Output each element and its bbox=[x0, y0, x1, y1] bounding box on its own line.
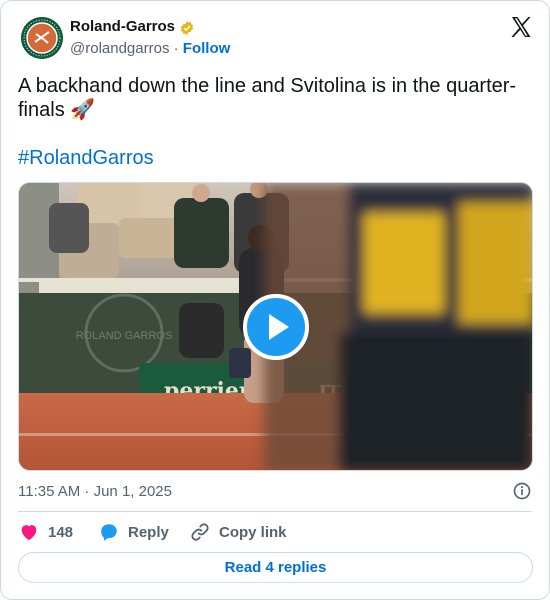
tweet-text: A backhand down the line and Svitolina i… bbox=[18, 75, 517, 121]
court-logo-text: ROLAND GARROS bbox=[76, 330, 173, 342]
reply-label: Reply bbox=[128, 523, 169, 541]
avatar[interactable] bbox=[21, 17, 63, 59]
x-logo-icon[interactable] bbox=[509, 15, 533, 39]
hashtag-link[interactable]: #RolandGarros bbox=[18, 147, 154, 170]
account-name[interactable]: Roland-Garros bbox=[70, 18, 175, 35]
separator: · bbox=[173, 40, 179, 57]
tweet-timestamp[interactable]: 11:35 AM · Jun 1, 2025 bbox=[18, 483, 172, 500]
read-replies-button[interactable]: Read 4 replies bbox=[18, 552, 533, 583]
copy-link-button[interactable]: Copy link bbox=[189, 521, 287, 543]
heart-icon bbox=[21, 525, 37, 541]
like-button[interactable]: 148 bbox=[18, 521, 73, 543]
tweet-embed-card: Roland-Garros @rolandgarros · Follow A b… bbox=[0, 0, 550, 600]
play-icon bbox=[269, 314, 289, 340]
play-button[interactable] bbox=[243, 294, 309, 360]
roland-garros-logo-icon bbox=[21, 17, 63, 59]
account-handle[interactable]: @rolandgarros bbox=[70, 40, 169, 57]
link-icon bbox=[191, 523, 209, 541]
like-count: 148 bbox=[48, 523, 74, 541]
handle-row: @rolandgarros · Follow bbox=[70, 40, 230, 57]
copy-link-label: Copy link bbox=[219, 523, 287, 541]
reply-bubble-icon bbox=[101, 524, 117, 541]
verified-badge-icon bbox=[180, 21, 194, 35]
divider bbox=[18, 511, 532, 512]
reply-button[interactable]: Reply bbox=[98, 521, 169, 543]
info-icon[interactable] bbox=[512, 481, 532, 501]
follow-button[interactable]: Follow bbox=[183, 40, 231, 57]
